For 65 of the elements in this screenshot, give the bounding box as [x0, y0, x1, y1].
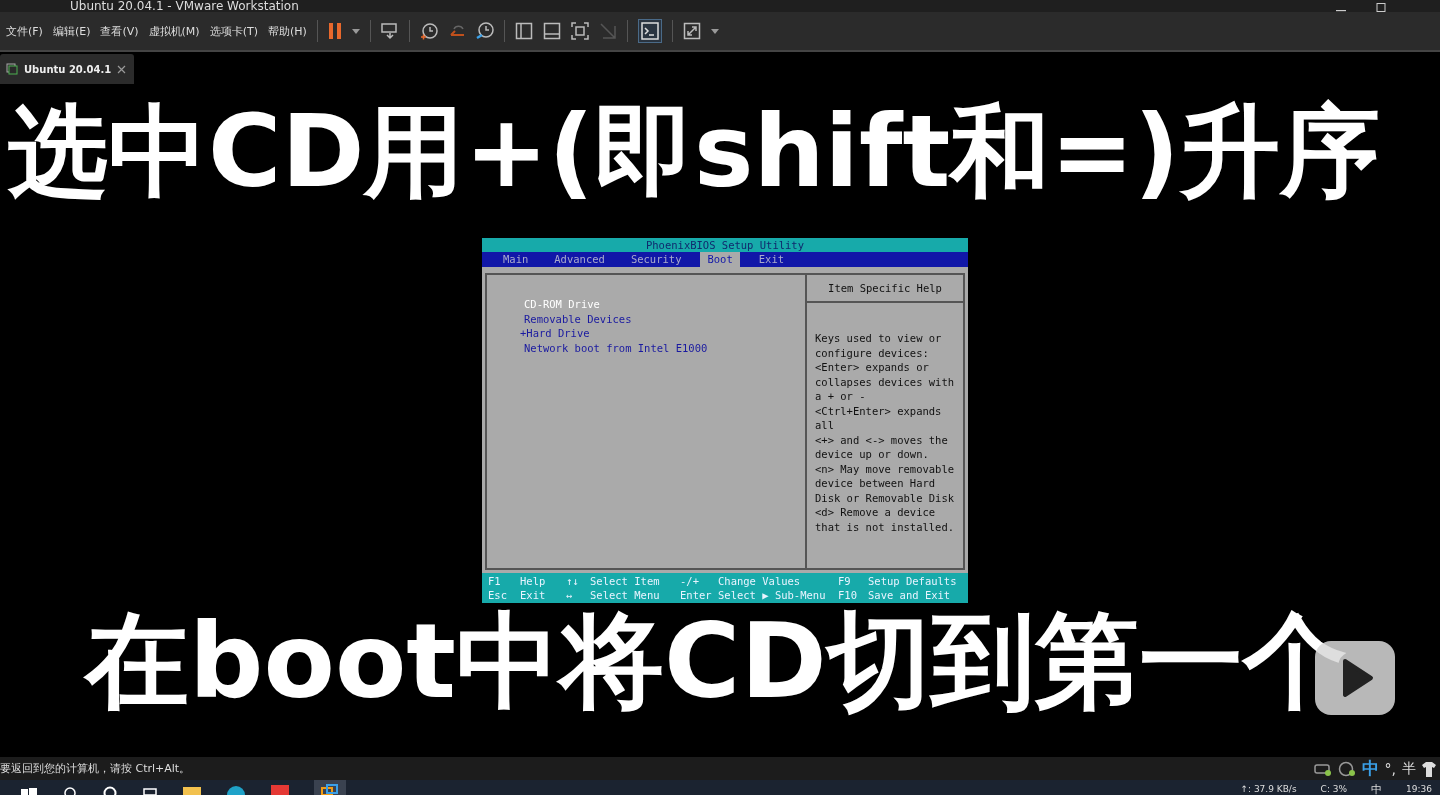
sidebar-icon[interactable] — [514, 22, 533, 40]
vm-icon — [6, 63, 18, 75]
bios-tab[interactable]: Exit — [751, 252, 792, 267]
bios-tab[interactable]: Advanced — [547, 252, 612, 267]
menu-item[interactable]: 编辑(E) — [52, 23, 91, 39]
key-action: Setup Defaults — [868, 574, 958, 588]
boot-device-item[interactable]: Removable Devices — [524, 311, 805, 326]
bios-tab[interactable]: Boot — [700, 252, 740, 267]
key-label: Esc — [488, 588, 508, 602]
pause-icon[interactable] — [327, 22, 342, 40]
key-action: Change Values — [718, 574, 802, 588]
key-label: F10 — [838, 588, 858, 602]
key-action: Save and Exit — [868, 588, 952, 602]
maximize-icon[interactable] — [1376, 3, 1386, 12]
width-mode[interactable]: 半 — [1402, 759, 1416, 778]
key-action: Select ▶ Sub-Menu — [718, 588, 827, 602]
caret-icon[interactable] — [351, 28, 360, 34]
key-label: Enter — [680, 588, 713, 602]
keyboard-icon[interactable] — [380, 22, 399, 40]
ime-indicator[interactable]: 中 — [1361, 757, 1379, 780]
disc-icon[interactable] — [1337, 760, 1356, 777]
key-label: ↑↓ — [566, 574, 580, 588]
punctuation-mode[interactable]: °, — [1384, 760, 1396, 777]
key-label: -/+ — [680, 574, 700, 588]
menu-item[interactable]: 帮助(H) — [267, 23, 307, 39]
key-action: Help — [520, 574, 547, 588]
shirt-icon[interactable] — [1422, 760, 1436, 777]
cpu-usage: C: 3% — [1320, 784, 1348, 795]
vmware-taskbar-button[interactable] — [314, 780, 346, 795]
clock-wrench-icon[interactable] — [475, 22, 494, 40]
menu-item[interactable]: 虚拟机(M) — [148, 23, 200, 39]
menu-item[interactable]: 选项卡(T) — [209, 23, 258, 39]
console-icon[interactable] — [637, 19, 662, 43]
fullscreen-icon[interactable] — [682, 22, 701, 40]
menu-item[interactable]: 文件(F) — [6, 23, 43, 39]
help-title: Item Specific Help — [807, 275, 963, 303]
clock-icon[interactable] — [419, 22, 438, 40]
ime-indicator[interactable]: 中 — [1371, 784, 1383, 795]
bios-title: PhoenixBIOS Setup Utility — [482, 238, 968, 252]
app-icon[interactable] — [270, 783, 290, 795]
clock-time: 19:36 — [1406, 784, 1432, 795]
bios-tab[interactable]: Security — [623, 252, 689, 267]
help-text: Keys used to view or configure devices: <Enter> expands or collapses devices with a + or - <Ctrl+Enter> expands all <+> and <-> moves the device up or down. <n> May move removable device between Hard Disk or Removable Disk <d> Remove a device that is not installed. — [814, 331, 956, 534]
status-message: 要返回到您的计算机，请按 Ctrl+Alt。 — [0, 761, 191, 776]
vm-tab[interactable]: Ubuntu 20.04.1 — [0, 54, 135, 84]
network-speed: ↑: 37.9 KB/s — [1240, 784, 1297, 795]
key-action: Select Menu — [590, 588, 661, 602]
browser-icon[interactable] — [226, 783, 246, 795]
key-label: F9 — [838, 574, 852, 588]
close-icon[interactable] — [117, 64, 127, 74]
boot-device-item[interactable]: Network boot from Intel E1000 — [524, 340, 805, 355]
fit-screen-icon[interactable] — [570, 22, 589, 40]
bios-tab[interactable]: Main — [496, 252, 536, 267]
menu-item[interactable]: 查看(V) — [100, 23, 139, 39]
disabled-view-icon — [598, 22, 617, 40]
caret-icon[interactable] — [710, 28, 719, 34]
caption-text: 选中CD用+(即shift和=)升序 — [8, 94, 1380, 210]
key-label: ↔ — [566, 588, 574, 602]
window-title: Ubuntu 20.04.1 - VMware Workstation — [70, 0, 300, 12]
key-action: Exit — [520, 588, 547, 602]
key-label: F1 — [488, 574, 502, 588]
minimize-icon[interactable] — [1336, 10, 1346, 12]
key-action: Select Item — [590, 574, 661, 588]
boot-device-item[interactable]: +Hard Drive — [520, 326, 805, 341]
panel-icon[interactable] — [542, 22, 561, 40]
